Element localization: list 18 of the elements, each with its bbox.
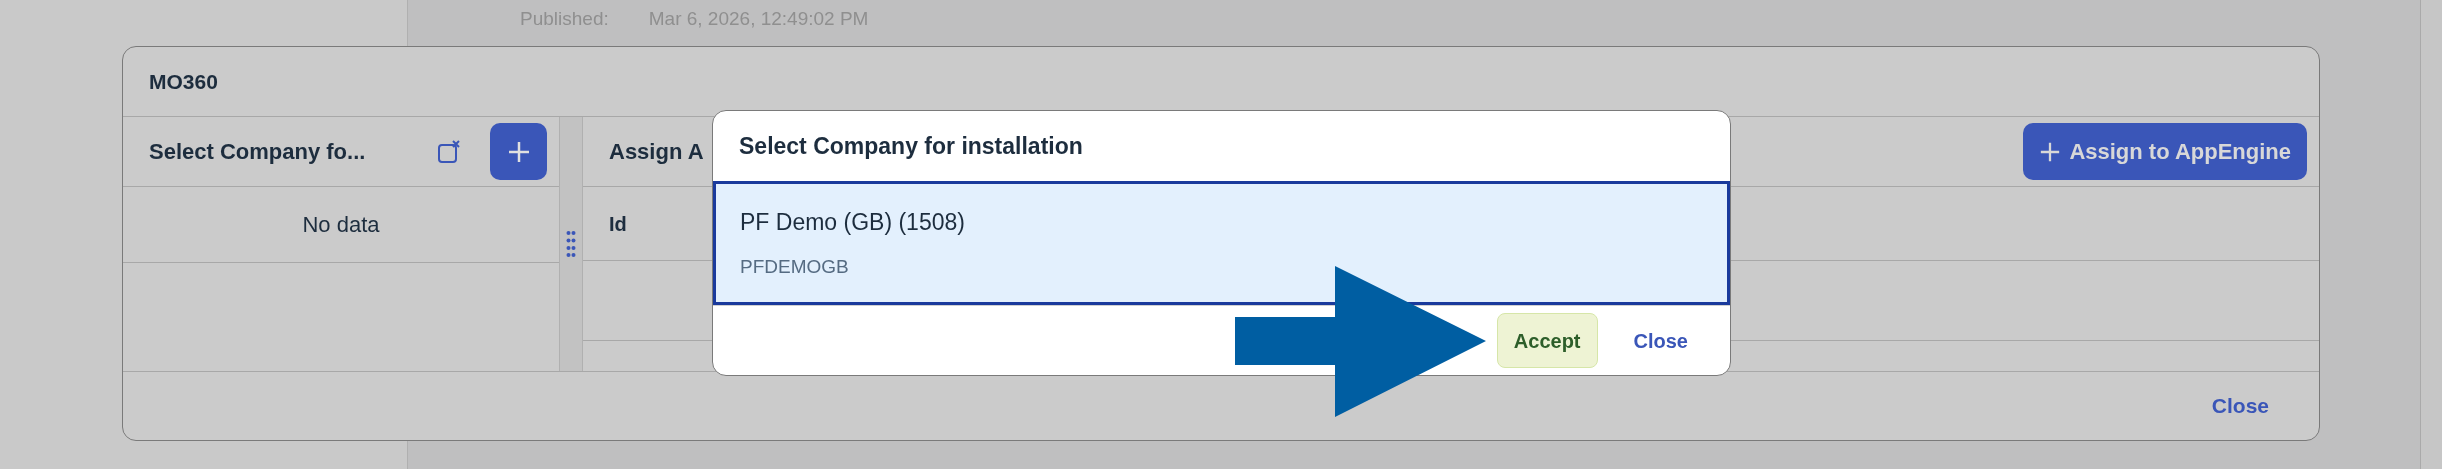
assign-button[interactable]: Assign to AppEngine bbox=[2023, 123, 2307, 180]
column-header: Id bbox=[609, 211, 627, 237]
pane-title: Assign A bbox=[609, 138, 704, 166]
item-subtitle: PFDEMOGB bbox=[740, 255, 850, 279]
dialog-title: MO360 bbox=[149, 68, 218, 95]
close-button[interactable]: Close bbox=[2211, 390, 2269, 422]
close-button[interactable]: Close bbox=[1617, 313, 1704, 368]
list-item[interactable]: PF Demo (GB) (1508) PFDEMOGB bbox=[713, 181, 1730, 305]
modal-title: Select Company for installation bbox=[739, 131, 1083, 161]
accept-button[interactable]: Accept bbox=[1496, 313, 1598, 368]
grip-icon[interactable] bbox=[566, 230, 576, 258]
pane-title: Select Company fo... bbox=[149, 138, 367, 166]
item-title: PF Demo (GB) (1508) bbox=[740, 207, 966, 237]
add-button[interactable] bbox=[490, 123, 547, 180]
empty-message: No data bbox=[302, 211, 380, 239]
plus-icon bbox=[2039, 140, 2062, 163]
export-icon[interactable] bbox=[436, 138, 462, 165]
plus-icon bbox=[506, 139, 531, 164]
